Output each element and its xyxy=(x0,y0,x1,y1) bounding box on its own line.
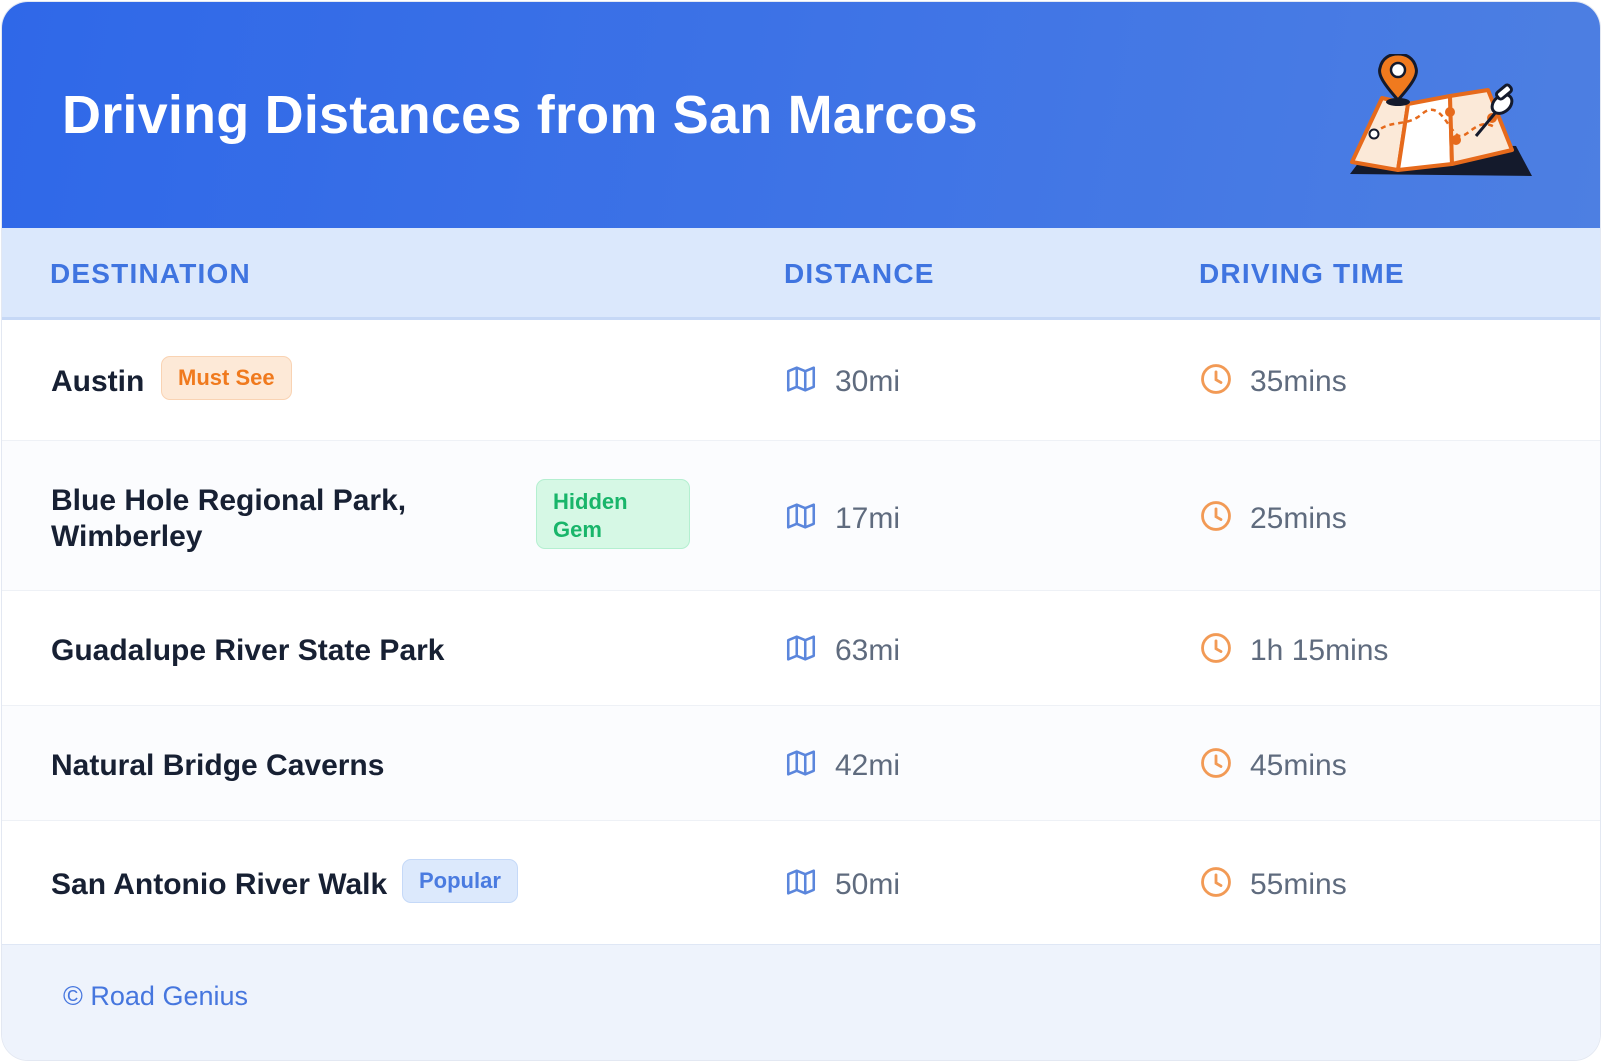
table-row: Natural Bridge Caverns 42mi 45mins xyxy=(2,706,1600,821)
driving-time-value: 1h 15mins xyxy=(1250,634,1389,667)
map-icon xyxy=(786,869,816,895)
driving-time-value: 45mins xyxy=(1250,749,1347,782)
driving-time-value: 35mins xyxy=(1250,365,1347,398)
clock-icon xyxy=(1201,748,1231,778)
distance-value: 30mi xyxy=(835,365,901,398)
table-row: San Antonio River Walk Popular 50mi 55mi… xyxy=(2,821,1600,944)
card-header: Driving Distances from San Marcos xyxy=(2,2,1600,228)
destination-name: San Antonio River Walk xyxy=(51,868,388,901)
driving-time-value: 25mins xyxy=(1250,502,1347,535)
distance-card: Driving Distances from San Marcos DESTIN… xyxy=(2,2,1600,1060)
column-header-distance: DISTANCE xyxy=(784,258,935,289)
clock-icon xyxy=(1201,501,1231,531)
table-row: Blue Hole Regional Park, Wimberley Hidde… xyxy=(2,441,1600,591)
badge-popular: Popular xyxy=(402,859,518,903)
destination-name: Guadalupe River State Park xyxy=(51,634,445,667)
distance-value: 17mi xyxy=(835,502,901,535)
page-title: Driving Distances from San Marcos xyxy=(62,85,978,145)
clock-icon xyxy=(1201,867,1231,897)
card-footer: © Road Genius xyxy=(2,944,1600,1060)
distance-value: 42mi xyxy=(835,749,901,782)
column-header-destination: DESTINATION xyxy=(50,258,251,289)
table-row: Guadalupe River State Park 63mi 1h 15min… xyxy=(2,591,1600,706)
distance-value: 50mi xyxy=(835,868,901,901)
table-header: DESTINATION DISTANCE DRIVING TIME xyxy=(2,228,1600,320)
map-icon xyxy=(786,503,816,529)
map-with-pin-icon xyxy=(1350,54,1532,176)
destination-name: Blue Hole Regional Park, Wimberley xyxy=(51,484,407,553)
clock-icon xyxy=(1201,364,1231,394)
badge-hidden-gem: Hidden Gem xyxy=(536,479,690,549)
badge-must-see: Must See xyxy=(161,356,292,400)
column-header-driving-time: DRIVING TIME xyxy=(1199,258,1405,289)
map-icon xyxy=(786,750,816,776)
map-icon xyxy=(786,635,816,661)
driving-time-value: 55mins xyxy=(1250,868,1347,901)
road-genius-credit-link[interactable]: © Road Genius xyxy=(63,981,248,1012)
destination-name: Austin xyxy=(51,365,145,398)
clock-icon xyxy=(1201,633,1231,663)
distance-value: 63mi xyxy=(835,634,901,667)
map-icon xyxy=(786,366,816,392)
destination-name: Natural Bridge Caverns xyxy=(51,749,385,782)
table-row: Austin Must See 30mi 35mins xyxy=(2,320,1600,441)
